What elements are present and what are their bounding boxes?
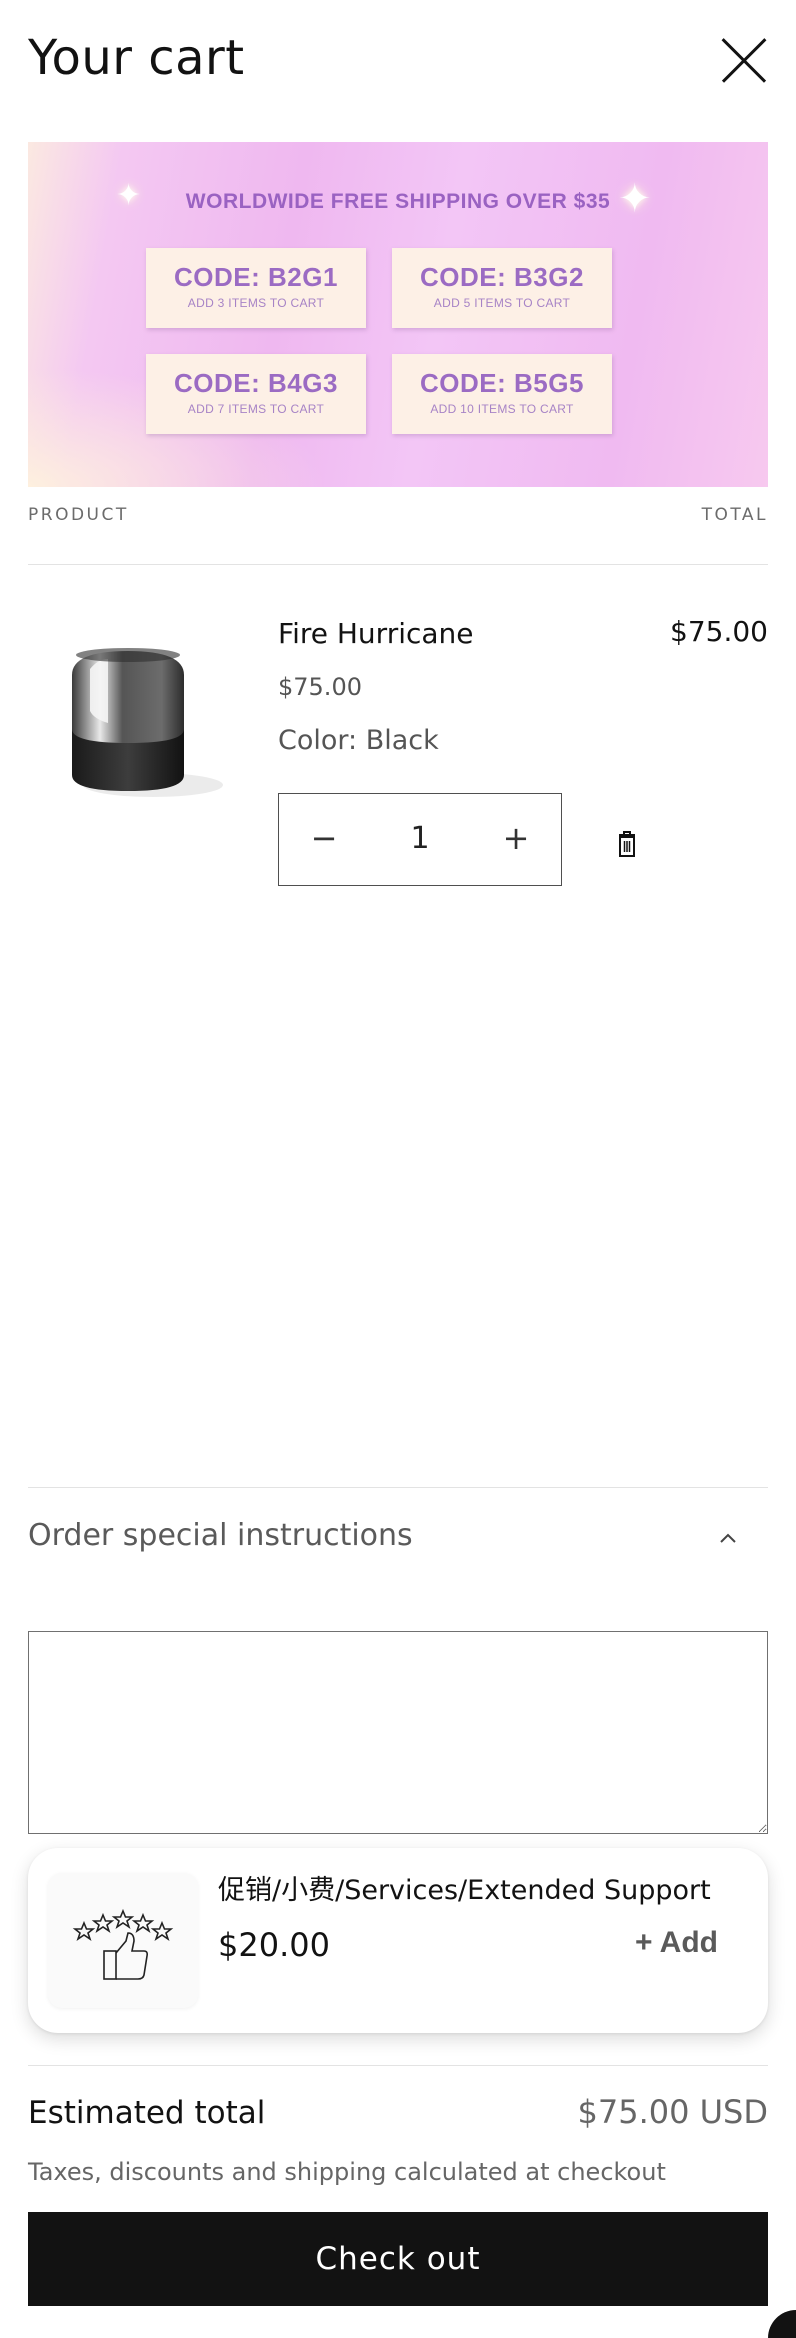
divider (28, 1487, 768, 1488)
promo-code-card: CODE: B2G1 ADD 3 ITEMS TO CART (146, 248, 366, 328)
upsell-card: 促销/小费/Services/Extended Support $20.00 +… (28, 1848, 768, 2033)
cart-header: Your cart (28, 30, 768, 94)
chevron-up-icon[interactable] (716, 1528, 740, 1548)
promo-code: CODE: B5G5 (420, 368, 584, 398)
tax-note: Taxes, discounts and shipping calculated… (28, 2158, 666, 2186)
quantity-increase-button[interactable]: + (471, 794, 561, 884)
estimated-total-label: Estimated total (28, 2095, 266, 2131)
promo-code: CODE: B3G2 (420, 262, 584, 292)
add-upsell-button[interactable]: + Add (635, 1926, 718, 1960)
banner-headline: WORLDWIDE FREE SHIPPING OVER $35 (185, 190, 611, 213)
divider (28, 564, 768, 565)
promo-hint: ADD 3 ITEMS TO CART (187, 296, 325, 310)
chevron-up-glyph (720, 1533, 736, 1543)
trash-icon-glyph (619, 831, 635, 857)
upsell-price: $20.00 (218, 1926, 330, 1964)
promo-code: CODE: B4G3 (174, 368, 338, 398)
quantity-input[interactable]: 1 (369, 794, 471, 884)
promo-code: CODE: B2G1 (174, 262, 338, 292)
promo-hint: ADD 5 ITEMS TO CART (433, 296, 571, 310)
checkout-button[interactable]: Check out (28, 2212, 768, 2306)
thumbs-up-stars-glyph (72, 1908, 174, 1980)
divider (28, 2065, 768, 2066)
corner-decoration (768, 2310, 796, 2338)
quantity-stepper: − 1 + (278, 793, 562, 886)
estimated-total-value: $75.00 USD (577, 2093, 768, 2131)
promo-code-card: CODE: B4G3 ADD 7 ITEMS TO CART (146, 354, 366, 434)
line-total: $75.00 (670, 615, 768, 648)
promo-code-card: CODE: B3G2 ADD 5 ITEMS TO CART (392, 248, 612, 328)
speaker-image (72, 648, 223, 797)
product-variant: Color: Black (278, 725, 439, 756)
trash-icon[interactable] (605, 823, 649, 867)
promo-hint: ADD 10 ITEMS TO CART (430, 402, 574, 416)
close-icon[interactable] (720, 36, 768, 84)
product-unit-price: $75.00 (278, 673, 362, 701)
special-instructions-toggle[interactable]: Order special instructions (28, 1518, 413, 1553)
promo-banner: ✦ ✦ WORLDWIDE FREE SHIPPING OVER $35 COD… (28, 142, 768, 487)
upsell-title: 促销/小费/Services/Extended Support (218, 1875, 711, 1906)
product-image[interactable] (28, 615, 228, 815)
promo-code-card: CODE: B5G5 ADD 10 ITEMS TO CART (392, 354, 612, 434)
special-instructions-field[interactable] (28, 1631, 768, 1834)
product-name[interactable]: Fire Hurricane (278, 617, 474, 650)
thumbs-up-stars-icon (48, 1873, 198, 2008)
page-title: Your cart (28, 30, 245, 86)
total-column-header: TOTAL (701, 505, 768, 525)
promo-hint: ADD 7 ITEMS TO CART (187, 402, 325, 416)
quantity-decrease-button[interactable]: − (279, 794, 369, 884)
product-column-header: PRODUCT (28, 505, 129, 525)
